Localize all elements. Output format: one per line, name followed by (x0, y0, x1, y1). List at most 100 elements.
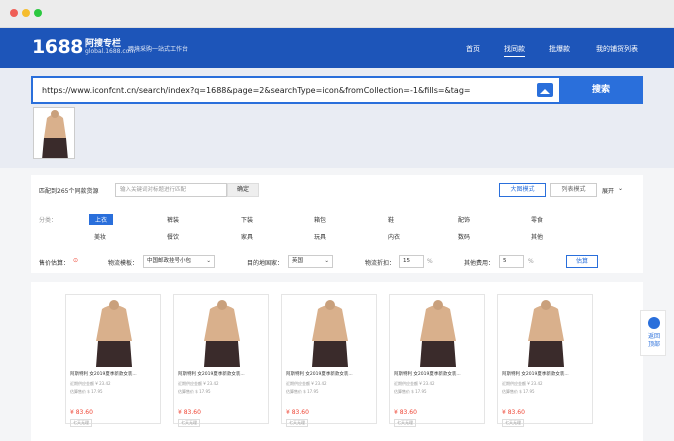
price-estimate-label: 售价估算： (39, 260, 70, 267)
top-navbar: 1688 阿搜专栏 global.1688.com 跨境采购一站式工作台 首页 … (0, 28, 674, 68)
big-mode-label: 大图模式 (510, 186, 535, 193)
discount-input[interactable]: 15 (399, 255, 424, 268)
product-tag: 七天无理 (394, 419, 416, 427)
search-url-text[interactable]: https://www.iconfcnt.cn/search/index?q=1… (42, 86, 471, 95)
app-window: 1688 阿搜专栏 global.1688.com 跨境采购一站式工作台 首页 … (0, 0, 674, 441)
search-input[interactable]: https://www.iconfcnt.cn/search/index?q=1… (31, 76, 559, 104)
product-price: ¥ 83.60 (178, 409, 201, 416)
product-title[interactable]: 阿斯特利 女2019夏季新款女装... (286, 371, 353, 377)
maximize-window-icon[interactable] (34, 9, 42, 17)
product-estimated-price: 估算售价 $ 17.95 (502, 389, 535, 394)
arrow-up-icon (648, 317, 660, 329)
search-button[interactable]: 搜索 (559, 76, 643, 104)
window-titlebar (0, 0, 674, 28)
search-area: https://www.iconfcnt.cn/search/index?q=1… (0, 68, 674, 168)
category-label: 分类： (39, 217, 58, 224)
product-card[interactable]: 阿斯特利 女2019夏季新款女装... 近期供应金额 ¥ 23.42 估算售价 $ … (65, 294, 161, 427)
product-image[interactable] (520, 297, 572, 367)
product-card[interactable]: 阿斯特利 女2019夏季新款女装... 近期供应金额 ¥ 23.42 估算售价 $ … (497, 294, 593, 427)
category-item[interactable]: 裤装 (167, 215, 179, 224)
template-select[interactable]: 中国邮政挂号小包 ⌄ (143, 255, 215, 268)
filter-panel: 匹配到265个同款货源 输入关键词对标题进行匹配 确定 大图模式 列表模式 展开… (31, 175, 643, 273)
nav-my-list[interactable]: 我的铺货列表 (596, 44, 638, 54)
product-tag: 七天无理 (286, 419, 308, 427)
nav-hot-items[interactable]: 批爆款 (549, 44, 570, 54)
image-search-icon[interactable] (537, 83, 553, 97)
info-icon[interactable]: ⊙ (73, 257, 78, 264)
product-estimated-price: 估算售价 $ 17.95 (178, 389, 211, 394)
product-supply: 近期供应金额 ¥ 23.42 (502, 381, 543, 386)
category-item[interactable]: 美妆 (94, 232, 106, 241)
product-tag: 七天无理 (502, 419, 524, 427)
product-estimated-price: 估算售价 $ 17.95 (394, 389, 427, 394)
back-to-top-line1: 返回 (647, 333, 660, 340)
product-price: ¥ 83.60 (70, 409, 93, 416)
discount-label: 物流折扣： (365, 260, 396, 267)
match-count: 匹配到265个同款货源 (39, 188, 99, 195)
logo-number[interactable]: 1688 (32, 36, 83, 58)
destination-select[interactable]: 英国 ⌄ (288, 255, 333, 268)
product-supply: 近期供应金额 ¥ 23.42 (178, 381, 219, 386)
chevron-down-icon: ⌄ (324, 258, 329, 264)
product-image[interactable] (412, 297, 464, 367)
product-estimated-price: 估算售价 $ 17.95 (70, 389, 103, 394)
product-tag: 七天无理 (70, 419, 92, 427)
product-estimated-price: 估算售价 $ 17.95 (286, 389, 319, 394)
product-supply: 近期供应金额 ¥ 23.42 (70, 381, 111, 386)
category-item[interactable]: 家具 (241, 232, 253, 241)
back-to-top-label: 返回 顶部 (641, 333, 667, 349)
product-image[interactable] (88, 297, 140, 367)
product-title[interactable]: 阿斯特利 女2019夏季新款女装... (502, 371, 569, 377)
category-item[interactable]: 箱包 (314, 215, 326, 224)
category-item[interactable]: 配饰 (458, 215, 470, 224)
product-supply: 近期供应金额 ¥ 23.42 (286, 381, 327, 386)
product-grid: 阿斯特利 女2019夏季新款女装... 近期供应金额 ¥ 23.42 估算售价 $ … (31, 282, 643, 441)
estimate-button[interactable]: 估算 (566, 255, 598, 268)
category-item[interactable]: 上衣 (89, 214, 114, 225)
chevron-down-icon[interactable]: ⌄ (618, 185, 623, 192)
keyword-input[interactable]: 输入关键词对标题进行匹配 (115, 183, 227, 197)
product-price: ¥ 83.60 (394, 409, 417, 416)
category-item[interactable]: 其他 (531, 232, 543, 241)
category-item[interactable]: 数码 (458, 232, 470, 241)
other-fee-input[interactable]: 5 (499, 255, 524, 268)
product-card[interactable]: 阿斯特利 女2019夏季新款女装... 近期供应金额 ¥ 23.42 估算售价 $ … (281, 294, 377, 427)
product-image[interactable] (196, 297, 248, 367)
product-image[interactable] (304, 297, 356, 367)
category-item[interactable]: 玩具 (314, 232, 326, 241)
close-window-icon[interactable] (10, 9, 18, 17)
product-title[interactable]: 阿斯特利 女2019夏季新款女装... (70, 371, 137, 377)
other-fee-unit: % (528, 258, 534, 265)
other-fee-label: 其他费用： (464, 260, 495, 267)
product-image (34, 108, 74, 158)
product-card[interactable]: 阿斯特利 女2019夏季新款女装... 近期供应金额 ¥ 23.42 估算售价 $ … (173, 294, 269, 427)
tagline: 跨境采购一站式工作台 (128, 46, 189, 53)
back-to-top-line2: 顶部 (647, 341, 660, 348)
product-title[interactable]: 阿斯特利 女2019夏季新款女装... (178, 371, 245, 377)
list-mode-button[interactable]: 列表模式 (550, 183, 597, 197)
category-item[interactable]: 餐饮 (167, 232, 179, 241)
template-label: 物流模板： (108, 260, 139, 267)
category-item[interactable]: 鞋 (388, 215, 394, 224)
confirm-button[interactable]: 确定 (227, 183, 259, 197)
chevron-down-icon: ⌄ (206, 258, 211, 264)
nav-home[interactable]: 首页 (466, 44, 480, 54)
template-value: 中国邮政挂号小包 (147, 258, 192, 264)
nav-find-same[interactable]: 找同款 (504, 44, 525, 57)
product-title[interactable]: 阿斯特利 女2019夏季新款女装... (394, 371, 461, 377)
uploaded-image-thumbnail[interactable] (33, 107, 75, 159)
product-tag: 七天无理 (178, 419, 200, 427)
product-price: ¥ 83.60 (286, 409, 309, 416)
product-price: ¥ 83.60 (502, 409, 525, 416)
minimize-window-icon[interactable] (22, 9, 30, 17)
destination-value: 英国 (292, 258, 304, 264)
category-item[interactable]: 内衣 (388, 232, 400, 241)
big-image-mode-button[interactable]: 大图模式 (499, 183, 546, 197)
expand-button[interactable]: 展开 (602, 186, 614, 195)
category-item[interactable]: 零食 (531, 215, 543, 224)
product-card[interactable]: 阿斯特利 女2019夏季新款女装... 近期供应金额 ¥ 23.42 估算售价 $ … (389, 294, 485, 427)
category-item[interactable]: 下装 (241, 215, 253, 224)
destination-label: 目的地国家： (247, 260, 284, 267)
list-mode-label: 列表模式 (561, 186, 586, 193)
back-to-top-button[interactable]: 返回 顶部 (640, 310, 666, 356)
